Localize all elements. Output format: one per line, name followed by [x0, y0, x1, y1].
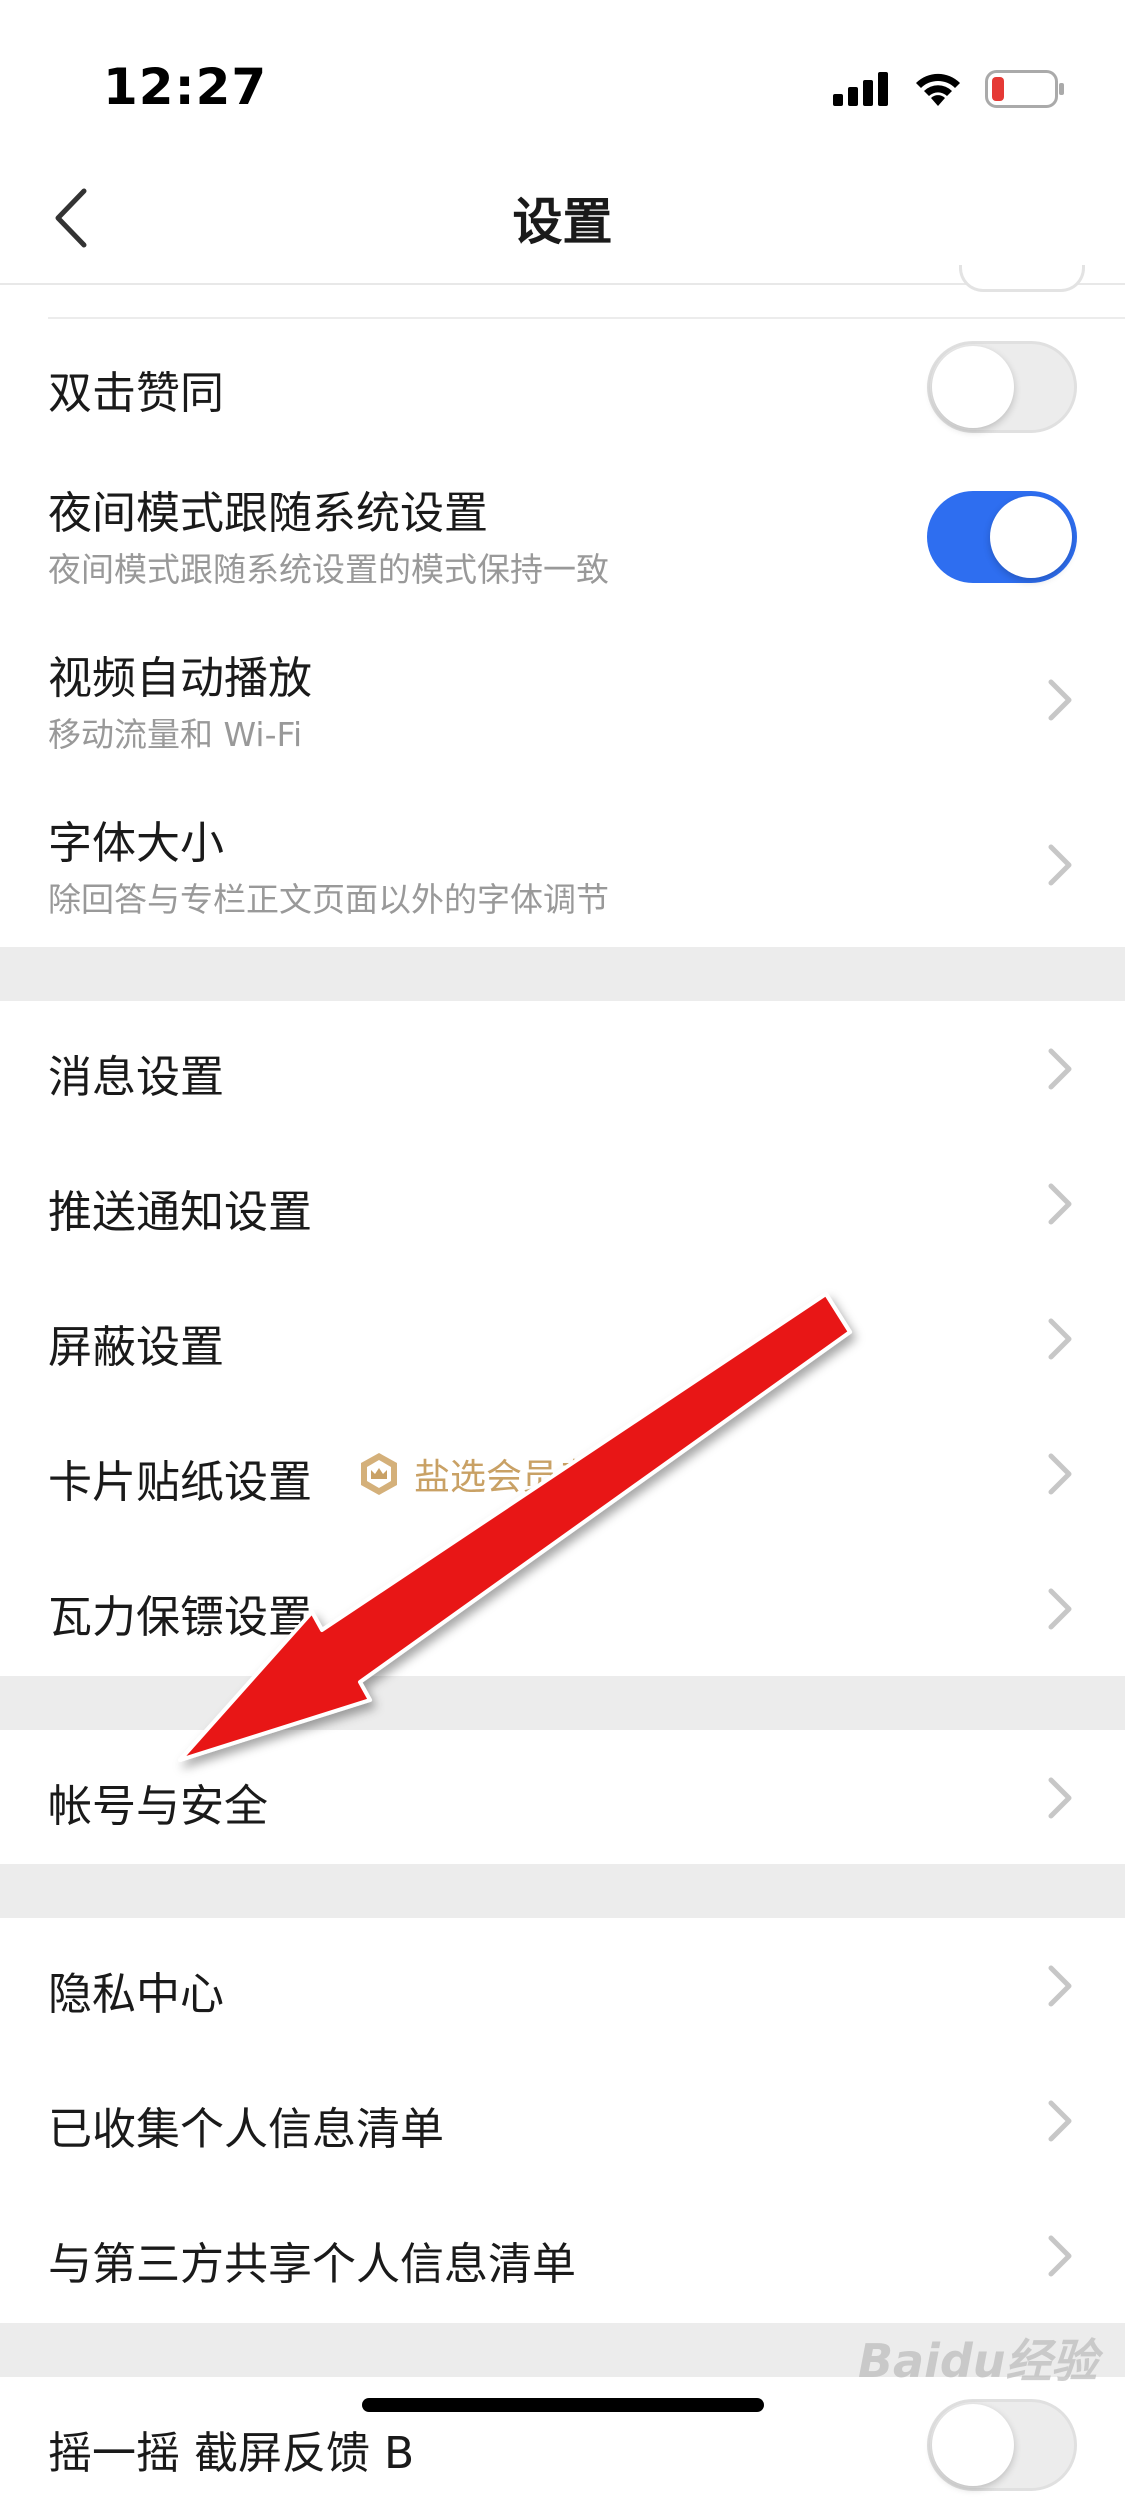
settings-row-privacy-center[interactable]: 隐私中心	[0, 1918, 1125, 2055]
row-title: 屏蔽设置	[48, 1322, 224, 1373]
chevron-right-icon	[1048, 1777, 1072, 1819]
home-indicator	[362, 2398, 764, 2412]
row-title: 消息设置	[48, 1052, 224, 1103]
chevron-right-icon	[1048, 1453, 1072, 1495]
section-divider	[0, 947, 1125, 1001]
row-subtitle: 移动流量和 Wi-Fi	[48, 715, 303, 754]
chevron-right-icon	[1048, 1965, 1072, 2007]
chevron-right-icon	[1048, 2100, 1072, 2142]
page-title: 设置	[512, 193, 613, 251]
status-bar: 12:27	[0, 0, 1125, 150]
chevron-right-icon	[1048, 1588, 1072, 1630]
row-title: 字体大小	[48, 818, 224, 869]
crown-icon	[361, 1453, 397, 1495]
status-icons	[833, 64, 1065, 114]
chevron-right-icon	[1048, 2235, 1072, 2277]
row-subtitle: 夜间模式跟随系统设置的模式保持一致	[48, 550, 609, 589]
chevron-right-icon	[1048, 679, 1072, 721]
status-time: 12:27	[103, 58, 268, 116]
chevron-right-icon	[1048, 1183, 1072, 1225]
settings-row-night-mode: 夜间模式跟随系统设置 夜间模式跟随系统设置的模式保持一致	[0, 453, 1125, 620]
row-title: 与第三方共享个人信息清单	[48, 2239, 576, 2290]
shake-feedback-toggle[interactable]	[927, 2399, 1077, 2491]
night-mode-follow-system-toggle[interactable]	[927, 491, 1077, 583]
settings-row-video-autoplay[interactable]: 视频自动播放 移动流量和 Wi-Fi	[0, 618, 1125, 785]
settings-row-block[interactable]: 屏蔽设置	[0, 1271, 1125, 1408]
settings-row-wali-guard[interactable]: 瓦力保镖设置	[0, 1541, 1125, 1676]
row-title: 卡片贴纸设置	[48, 1457, 312, 1508]
settings-row-collected-info[interactable]: 已收集个人信息清单	[0, 2053, 1125, 2190]
settings-row-third-party-info[interactable]: 与第三方共享个人信息清单	[0, 2188, 1125, 2323]
wifi-icon	[916, 73, 960, 106]
settings-list: 双击赞同 夜间模式跟随系统设置 夜间模式跟随系统设置的模式保持一致 视频自动播放…	[0, 265, 1125, 2512]
row-title: 帐号与安全	[48, 1781, 268, 1832]
row-title: 推送通知设置	[48, 1187, 312, 1238]
previous-row-remnant	[48, 265, 1125, 319]
row-title: 已收集个人信息清单	[48, 2104, 444, 2155]
row-subtitle: 除回答与专栏正文页面以外的字体调节	[48, 880, 609, 919]
watermark: Baidu经验	[858, 2334, 1098, 2388]
row-title: 双击赞同	[48, 368, 224, 419]
row-title: 摇一摇 截屏反馈 B	[48, 2428, 415, 2479]
row-title: 瓦力保镖设置	[48, 1592, 312, 1643]
settings-row-double-tap-like: 双击赞同	[0, 319, 1125, 455]
vip-badge-text: 盐选会员专	[414, 1457, 595, 1498]
row-title: 夜间模式跟随系统设置	[48, 488, 488, 539]
vip-badge: 盐选会员专	[358, 1448, 594, 1500]
navigation-bar: 设置	[0, 150, 1125, 285]
cellular-signal-icon	[833, 72, 888, 106]
settings-row-account-security[interactable]: 帐号与安全	[0, 1730, 1125, 1864]
chevron-right-icon	[1048, 844, 1072, 886]
chevron-right-icon	[1048, 1318, 1072, 1360]
section-divider	[0, 1864, 1125, 1918]
double-tap-like-toggle[interactable]	[927, 341, 1077, 433]
settings-row-card-sticker[interactable]: 卡片贴纸设置 盐选会员专	[0, 1406, 1125, 1543]
settings-row-push-notification[interactable]: 推送通知设置	[0, 1136, 1125, 1273]
settings-row-message[interactable]: 消息设置	[0, 1001, 1125, 1138]
row-title: 视频自动播放	[48, 653, 312, 704]
settings-row-font-size[interactable]: 字体大小 除回答与专栏正文页面以外的字体调节	[0, 783, 1125, 947]
battery-low-icon	[985, 70, 1064, 108]
chevron-right-icon	[1048, 1048, 1072, 1090]
row-title: 隐私中心	[48, 1969, 224, 2020]
section-divider	[0, 1676, 1125, 1730]
